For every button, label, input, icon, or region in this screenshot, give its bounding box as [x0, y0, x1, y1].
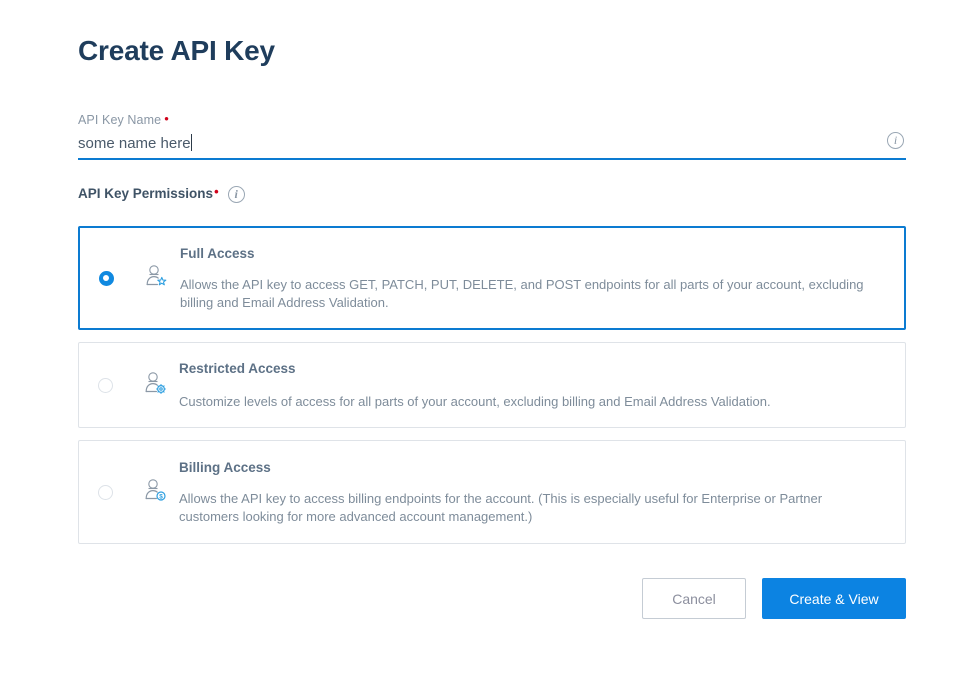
- required-marker: •: [214, 184, 219, 199]
- create-api-key-page: Create API Key API Key Name • some name h…: [0, 0, 978, 677]
- text-cell: Restricted Access Customize levels of ac…: [179, 360, 905, 411]
- api-key-permissions-label-text: API Key Permissions: [78, 186, 214, 201]
- api-key-permissions-label: API Key Permissions •: [78, 184, 245, 203]
- icon-cell: [132, 263, 180, 294]
- permissions-option-list: Full Access Allows the API key to access…: [78, 226, 906, 556]
- api-key-name-input[interactable]: some name here: [78, 132, 906, 160]
- info-circle-icon: [887, 132, 904, 150]
- radio-restricted-access[interactable]: [97, 377, 113, 393]
- cancel-button[interactable]: Cancel: [642, 578, 746, 619]
- create-and-view-button[interactable]: Create & View: [762, 578, 906, 619]
- text-cell: Full Access Allows the API key to access…: [180, 245, 904, 312]
- user-star-icon: [143, 263, 169, 294]
- user-gear-icon: [142, 370, 168, 401]
- api-key-name-value-text: some name here: [78, 135, 191, 152]
- permission-option-restricted-access[interactable]: Restricted Access Customize levels of ac…: [78, 342, 906, 428]
- api-key-name-value: some name here: [78, 133, 192, 155]
- option-title: Billing Access: [179, 459, 271, 475]
- option-title: Full Access: [180, 245, 255, 261]
- option-description: Allows the API key to access billing end…: [179, 490, 823, 524]
- svg-text:$: $: [159, 493, 163, 500]
- api-key-name-field-group: API Key Name • some name here: [78, 111, 906, 160]
- page-title: Create API Key: [78, 35, 275, 66]
- radio-billing-access[interactable]: [97, 484, 113, 500]
- option-description: Allows the API key to access GET, PATCH,…: [180, 276, 864, 310]
- option-title: Restricted Access: [179, 360, 296, 376]
- radio-cell: [79, 377, 131, 393]
- option-description: Customize levels of access for all parts…: [179, 393, 771, 409]
- api-key-name-label-text: API Key Name: [78, 113, 162, 127]
- radio-full-access[interactable]: [98, 270, 114, 286]
- text-cell: Billing Access Allows the API key to acc…: [179, 459, 905, 526]
- permission-option-full-access[interactable]: Full Access Allows the API key to access…: [78, 226, 906, 330]
- required-marker: •: [164, 111, 169, 126]
- radio-cell: [79, 484, 131, 500]
- api-key-name-info-button[interactable]: [887, 132, 904, 150]
- text-caret: [190, 134, 192, 151]
- info-circle-icon[interactable]: [227, 185, 245, 203]
- form-actions: Cancel Create & View: [78, 578, 906, 619]
- permission-option-billing-access[interactable]: $ Billing Access Allows the API key to a…: [78, 440, 906, 544]
- icon-cell: [131, 370, 179, 401]
- user-dollar-icon: $: [142, 477, 168, 508]
- api-key-name-label: API Key Name •: [78, 111, 906, 128]
- icon-cell: $: [131, 477, 179, 508]
- radio-cell: [80, 270, 132, 286]
